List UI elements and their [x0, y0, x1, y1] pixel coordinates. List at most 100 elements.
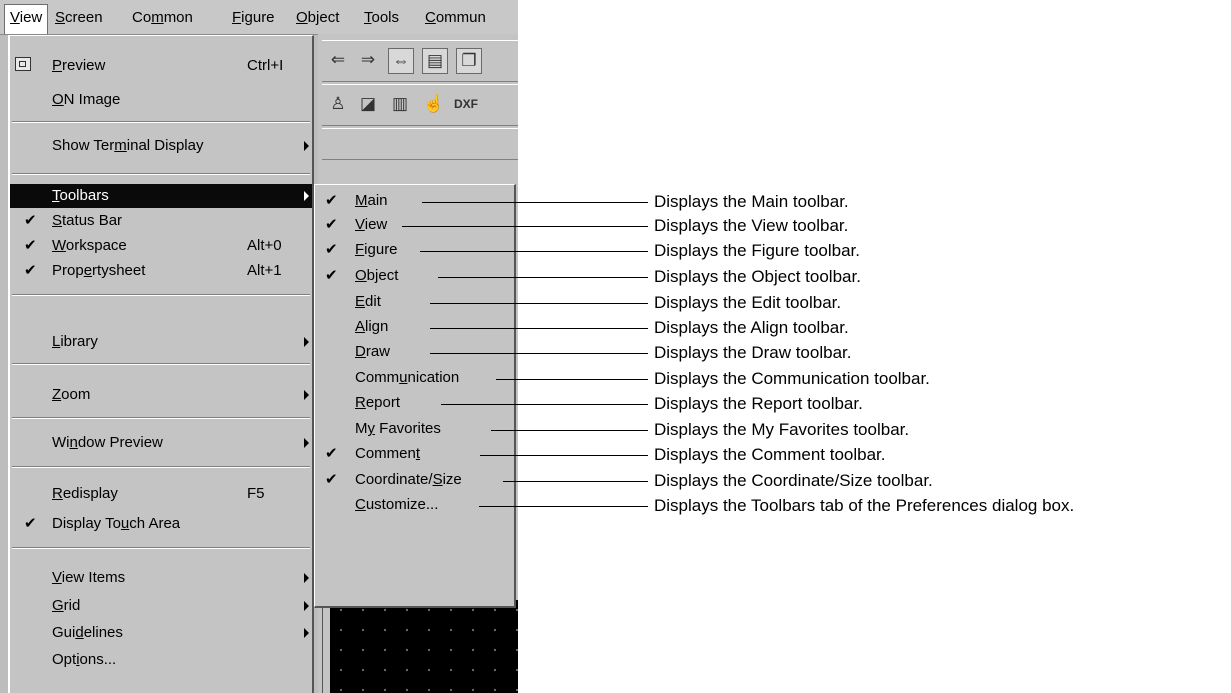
show-terminal-pre: Show Ter	[52, 137, 115, 154]
menu-item-on-image[interactable]: ON Image	[10, 88, 312, 112]
menu-item-view-items[interactable]: View Items	[10, 566, 312, 590]
checkmark-icon: ✔	[325, 471, 338, 488]
view-items-label: View Items	[52, 569, 125, 586]
back-arrow-icon[interactable]: ⇐	[326, 48, 350, 72]
redisplay-shortcut: F5	[247, 485, 265, 502]
submenu-arrow-icon	[304, 628, 309, 638]
menu-communication[interactable]: Commun	[425, 9, 486, 26]
show-terminal-mnemonic: m	[114, 137, 127, 154]
menu-figure-rest: igure	[241, 9, 275, 26]
submenu-item[interactable]: Communication	[315, 366, 513, 390]
submenu-label-rest: dit	[365, 293, 381, 310]
menu-item-window-preview[interactable]: Window Preview	[10, 431, 312, 455]
show-terminal-rest: inal Display	[126, 137, 204, 154]
submenu-arrow-icon	[304, 601, 309, 611]
submenu-label-rest: ustomize...	[365, 496, 439, 513]
submenu-label-mnemonic: V	[355, 216, 365, 233]
zoom-label: Zoom	[52, 386, 90, 403]
menu-item-guidelines[interactable]: Guidelines	[10, 621, 312, 645]
submenu-label-pre: Commen	[355, 445, 416, 462]
checkmark-icon: ✔	[325, 216, 338, 233]
submenu-item[interactable]: Draw	[315, 340, 513, 364]
menu-screen[interactable]: Screen	[55, 9, 103, 26]
checkmark-icon: ✔	[24, 515, 37, 532]
menu-item-workspace[interactable]: ✔ Workspace Alt+0	[10, 234, 312, 258]
drawing-canvas[interactable]	[330, 600, 518, 693]
callout-description: Displays the Comment toolbar.	[654, 445, 886, 464]
dxf-icon[interactable]: DXF	[454, 92, 478, 116]
menu-figure[interactable]: Figure	[232, 9, 275, 26]
submenu-item[interactable]: ✔ Coordinate/Size	[315, 468, 513, 492]
monitor-icon[interactable]: ▥	[388, 92, 412, 116]
workspace-label: Workspace	[52, 237, 127, 254]
paint-icon[interactable]: ♙	[326, 92, 350, 116]
submenu-label-rest: igure	[364, 241, 398, 258]
submenu-item[interactable]: ✔ Object	[315, 264, 513, 288]
menu-item-zoom[interactable]: Zoom	[10, 383, 312, 407]
toolbars-rest: oolbars	[59, 187, 109, 204]
library-rest: ibrary	[60, 333, 98, 350]
submenu-arrow-icon	[304, 141, 309, 151]
menu-item-propertysheet[interactable]: ✔ Propertysheet Alt+1	[10, 259, 312, 283]
menu-item-options[interactable]: Options...	[10, 648, 312, 672]
submenu-arrow-icon	[304, 337, 309, 347]
menu-item-grid[interactable]: Grid	[10, 594, 312, 618]
menu-object-rest: bject	[307, 9, 340, 26]
callout-description: Displays the Draw toolbar.	[654, 343, 852, 362]
submenu-item-label: Object	[355, 267, 398, 284]
screenshot-area: View Screen Common Figure Object Tools C…	[0, 0, 518, 693]
menu-item-display-touch-area[interactable]: ✔ Display Touch Area	[10, 512, 312, 536]
submenu-item-label: Communication	[355, 369, 459, 386]
checkmark-icon: ✔	[325, 267, 338, 284]
callout-description: Displays the Figure toolbar.	[654, 241, 860, 260]
menu-tools[interactable]: Tools	[364, 9, 399, 26]
menu-common[interactable]: Common	[132, 9, 193, 26]
callout-description: Displays the My Favorites toolbar.	[654, 420, 910, 439]
submenu-item[interactable]: ✔ View	[315, 213, 513, 237]
guidelines-pre: Gui	[52, 624, 76, 641]
toolbars-label: Toolbars	[52, 187, 109, 204]
workspace-shortcut: Alt+0	[247, 237, 282, 254]
submenu-label-rest: raw	[365, 343, 391, 360]
layers-icon[interactable]: ❐	[456, 48, 482, 74]
submenu-item[interactable]: Customize...	[315, 493, 513, 517]
menu-object[interactable]: Object	[296, 9, 339, 26]
checkmark-icon: ✔	[325, 445, 338, 462]
submenu-label-mnemonic: C	[355, 496, 366, 513]
submenu-item[interactable]: Edit	[315, 290, 513, 314]
preview-icon	[15, 57, 31, 71]
submenu-item[interactable]: Report	[315, 391, 513, 415]
menu-item-status-bar[interactable]: ✔ Status Bar	[10, 209, 312, 233]
menu-item-preview[interactable]: Preview Ctrl+I	[10, 54, 312, 78]
callout-description: Displays the Object toolbar.	[654, 267, 861, 286]
submenu-item[interactable]: Align	[315, 315, 513, 339]
menu-item-library[interactable]: Library	[10, 330, 312, 354]
submenu-item-label: Customize...	[355, 496, 438, 513]
submenu-arrow-icon	[304, 390, 309, 400]
submenu-item[interactable]: ✔ Main	[315, 189, 513, 213]
list-view-icon[interactable]: ▤	[422, 48, 448, 74]
separator	[12, 294, 310, 296]
menu-item-redisplay[interactable]: Redisplay F5	[10, 482, 312, 506]
menu-view-mnemonic: V	[10, 9, 20, 26]
status-bar-label: Status Bar	[52, 212, 122, 229]
callout-description: Displays the Align toolbar.	[654, 318, 849, 337]
submenu-item[interactable]: My Favorites	[315, 417, 513, 441]
arrange-icon[interactable]: ⇔	[388, 48, 414, 74]
submenu-item[interactable]: ✔ Comment	[315, 442, 513, 466]
menu-view[interactable]: View	[4, 4, 49, 34]
image-icon[interactable]: ◪	[356, 92, 380, 116]
display-touch-mnemonic: u	[120, 515, 130, 532]
menu-tools-mnemonic: T	[364, 9, 372, 26]
on-image-rest: N Image	[63, 91, 121, 108]
propertysheet-label: Propertysheet	[52, 262, 145, 279]
hand-icon[interactable]: ☝	[422, 92, 446, 116]
menu-item-toolbars[interactable]: Toolbars	[10, 184, 312, 208]
menu-item-show-terminal-display[interactable]: Show Terminal Display	[10, 134, 312, 158]
submenu-label-rest: nication	[407, 369, 460, 386]
callout-leader-line	[430, 328, 648, 329]
submenu-item-label: Comment	[355, 445, 420, 462]
menu-common-pre: Co	[132, 9, 152, 26]
submenu-item[interactable]: ✔ Figure	[315, 238, 513, 262]
forward-arrow-icon[interactable]: ⇒	[356, 48, 380, 72]
